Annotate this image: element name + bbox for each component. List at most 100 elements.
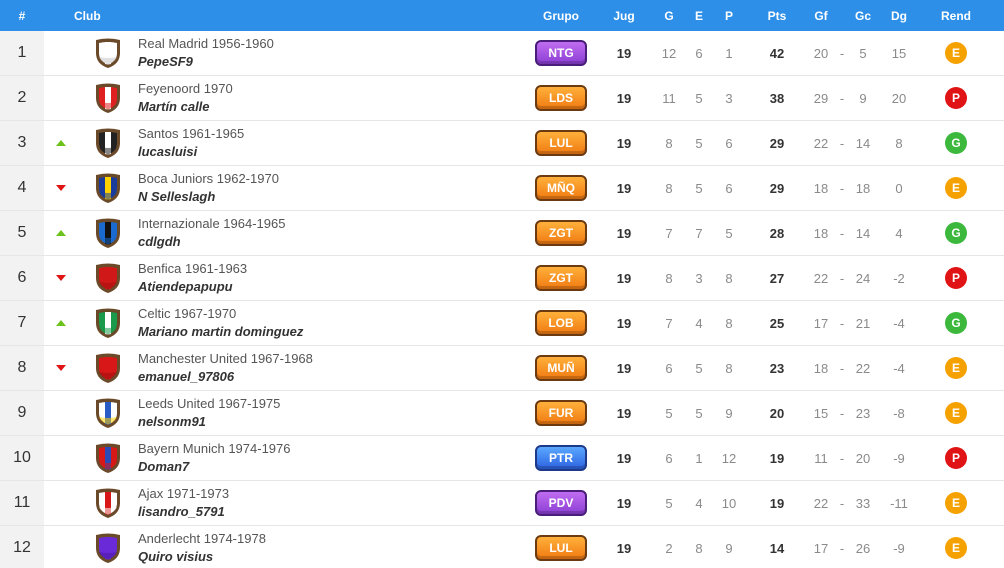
table-row[interactable]: 4 Boca Juniors 1962-1970 N Selleslagh MÑ…: [0, 166, 1004, 211]
club-badge[interactable]: [78, 487, 138, 519]
grupo-badge[interactable]: MUÑ: [535, 355, 587, 381]
manager-name[interactable]: lisandro_5791: [138, 503, 528, 521]
club-cell[interactable]: Boca Juniors 1962-1970 N Selleslagh: [138, 170, 528, 206]
position: 12: [0, 526, 44, 568]
table-row[interactable]: 12 Anderlecht 1974-1978 Quiro visius LUL…: [0, 526, 1004, 568]
club-name[interactable]: Leeds United 1967-1975: [138, 395, 528, 413]
table-row[interactable]: 10 Bayern Munich 1974-1976 Doman7 PTR 19…: [0, 436, 1004, 481]
club-badge[interactable]: [78, 397, 138, 429]
table-row[interactable]: 8 Manchester United 1967-1968 emanuel_97…: [0, 346, 1004, 391]
trend: [44, 185, 78, 191]
club-badge[interactable]: [78, 37, 138, 69]
gf-value: 18: [813, 360, 829, 376]
club-badge[interactable]: [78, 172, 138, 204]
club-badge[interactable]: [78, 532, 138, 564]
table-row[interactable]: 5 Internazionale 1964-1965 cdlgdh ZGT 19…: [0, 211, 1004, 256]
header-p: P: [724, 8, 733, 23]
trend: [44, 275, 78, 281]
jug-value: 19: [616, 405, 632, 421]
table-row[interactable]: 11 Ajax 1971-1973 lisandro_5791 PDV 19 5…: [0, 481, 1004, 526]
club-badge[interactable]: [78, 262, 138, 294]
table-row[interactable]: 1 Real Madrid 1956-1960 PepeSF9 NTG 19 1…: [0, 31, 1004, 76]
e-value: 5: [695, 135, 703, 151]
club-name[interactable]: Manchester United 1967-1968: [138, 350, 528, 368]
club-cell[interactable]: Santos 1961-1965 lucasluisi: [138, 125, 528, 161]
manager-name[interactable]: PepeSF9: [138, 53, 528, 71]
table-row[interactable]: 2 Feyenoord 1970 Martín calle LDS 19 11 …: [0, 76, 1004, 121]
club-name[interactable]: Boca Juniors 1962-1970: [138, 170, 528, 188]
dg-value: 20: [891, 90, 907, 106]
manager-name[interactable]: Doman7: [138, 458, 528, 476]
grupo-badge[interactable]: NTG: [535, 40, 587, 66]
club-name[interactable]: Ajax 1971-1973: [138, 485, 528, 503]
rend-badge: E: [945, 177, 967, 199]
club-name[interactable]: Anderlecht 1974-1978: [138, 530, 528, 548]
rend-badge: P: [945, 447, 967, 469]
manager-name[interactable]: nelsonm91: [138, 413, 528, 431]
gf-value: 17: [813, 315, 829, 331]
club-badge[interactable]: [78, 352, 138, 384]
club-name[interactable]: Bayern Munich 1974-1976: [138, 440, 528, 458]
p-value: 5: [725, 225, 733, 241]
club-badge[interactable]: [78, 127, 138, 159]
manager-name[interactable]: Atiendepapupu: [138, 278, 528, 296]
grupo-badge[interactable]: LUL: [535, 130, 587, 156]
club-cell[interactable]: Anderlecht 1974-1978 Quiro visius: [138, 530, 528, 566]
club-name[interactable]: Benfica 1961-1963: [138, 260, 528, 278]
grupo-badge[interactable]: LUL: [535, 535, 587, 561]
table-row[interactable]: 9 Leeds United 1967-1975 nelsonm91 FUR 1…: [0, 391, 1004, 436]
club-cell[interactable]: Celtic 1967-1970 Mariano martin domingue…: [138, 305, 528, 341]
rend-cell: P: [924, 267, 988, 289]
jug-value: 19: [616, 540, 632, 556]
e-value: 5: [695, 405, 703, 421]
club-cell[interactable]: Benfica 1961-1963 Atiendepapupu: [138, 260, 528, 296]
manager-name[interactable]: lucasluisi: [138, 143, 528, 161]
club-cell[interactable]: Internazionale 1964-1965 cdlgdh: [138, 215, 528, 251]
club-name[interactable]: Feyenoord 1970: [138, 80, 528, 98]
club-cell[interactable]: Ajax 1971-1973 lisandro_5791: [138, 485, 528, 521]
manager-name[interactable]: N Selleslagh: [138, 188, 528, 206]
rend-cell: E: [924, 492, 988, 514]
club-name[interactable]: Santos 1961-1965: [138, 125, 528, 143]
manager-name[interactable]: cdlgdh: [138, 233, 528, 251]
club-cell[interactable]: Manchester United 1967-1968 emanuel_9780…: [138, 350, 528, 386]
dg-value: -2: [893, 270, 905, 286]
goals-separator: -: [839, 270, 845, 286]
grupo-badge[interactable]: LDS: [535, 85, 587, 111]
club-badge[interactable]: [78, 82, 138, 114]
gc-value: 9: [859, 90, 867, 106]
table-row[interactable]: 3 Santos 1961-1965 lucasluisi LUL 19 8 5…: [0, 121, 1004, 166]
grupo-badge[interactable]: FUR: [535, 400, 587, 426]
grupo-badge[interactable]: LOB: [535, 310, 587, 336]
club-badge[interactable]: [78, 442, 138, 474]
club-cell[interactable]: Feyenoord 1970 Martín calle: [138, 80, 528, 116]
grupo-badge[interactable]: ZGT: [535, 265, 587, 291]
club-cell[interactable]: Bayern Munich 1974-1976 Doman7: [138, 440, 528, 476]
table-row[interactable]: 7 Celtic 1967-1970 Mariano martin doming…: [0, 301, 1004, 346]
trend-up-icon: [56, 320, 66, 326]
club-name[interactable]: Celtic 1967-1970: [138, 305, 528, 323]
club-cell[interactable]: Leeds United 1967-1975 nelsonm91: [138, 395, 528, 431]
dg-value: -4: [893, 315, 905, 331]
club-badge[interactable]: [78, 307, 138, 339]
gf-value: 22: [813, 495, 829, 511]
gf-value: 18: [813, 225, 829, 241]
grupo-badge[interactable]: PDV: [535, 490, 587, 516]
g-value: 6: [665, 360, 673, 376]
dg-value: 4: [895, 225, 903, 241]
table-row[interactable]: 6 Benfica 1961-1963 Atiendepapupu ZGT 19…: [0, 256, 1004, 301]
manager-name[interactable]: Mariano martin dominguez: [138, 323, 528, 341]
club-badge[interactable]: [78, 217, 138, 249]
e-value: 3: [695, 270, 703, 286]
club-name[interactable]: Real Madrid 1956-1960: [138, 35, 528, 53]
manager-name[interactable]: Quiro visius: [138, 548, 528, 566]
gf-value: 11: [814, 450, 828, 466]
manager-name[interactable]: Martín calle: [138, 98, 528, 116]
grupo-badge[interactable]: PTR: [535, 445, 587, 471]
club-name[interactable]: Internazionale 1964-1965: [138, 215, 528, 233]
manager-name[interactable]: emanuel_97806: [138, 368, 528, 386]
grupo-badge[interactable]: MÑQ: [535, 175, 587, 201]
grupo-badge[interactable]: ZGT: [535, 220, 587, 246]
gc-value: 23: [855, 405, 871, 421]
club-cell[interactable]: Real Madrid 1956-1960 PepeSF9: [138, 35, 528, 71]
